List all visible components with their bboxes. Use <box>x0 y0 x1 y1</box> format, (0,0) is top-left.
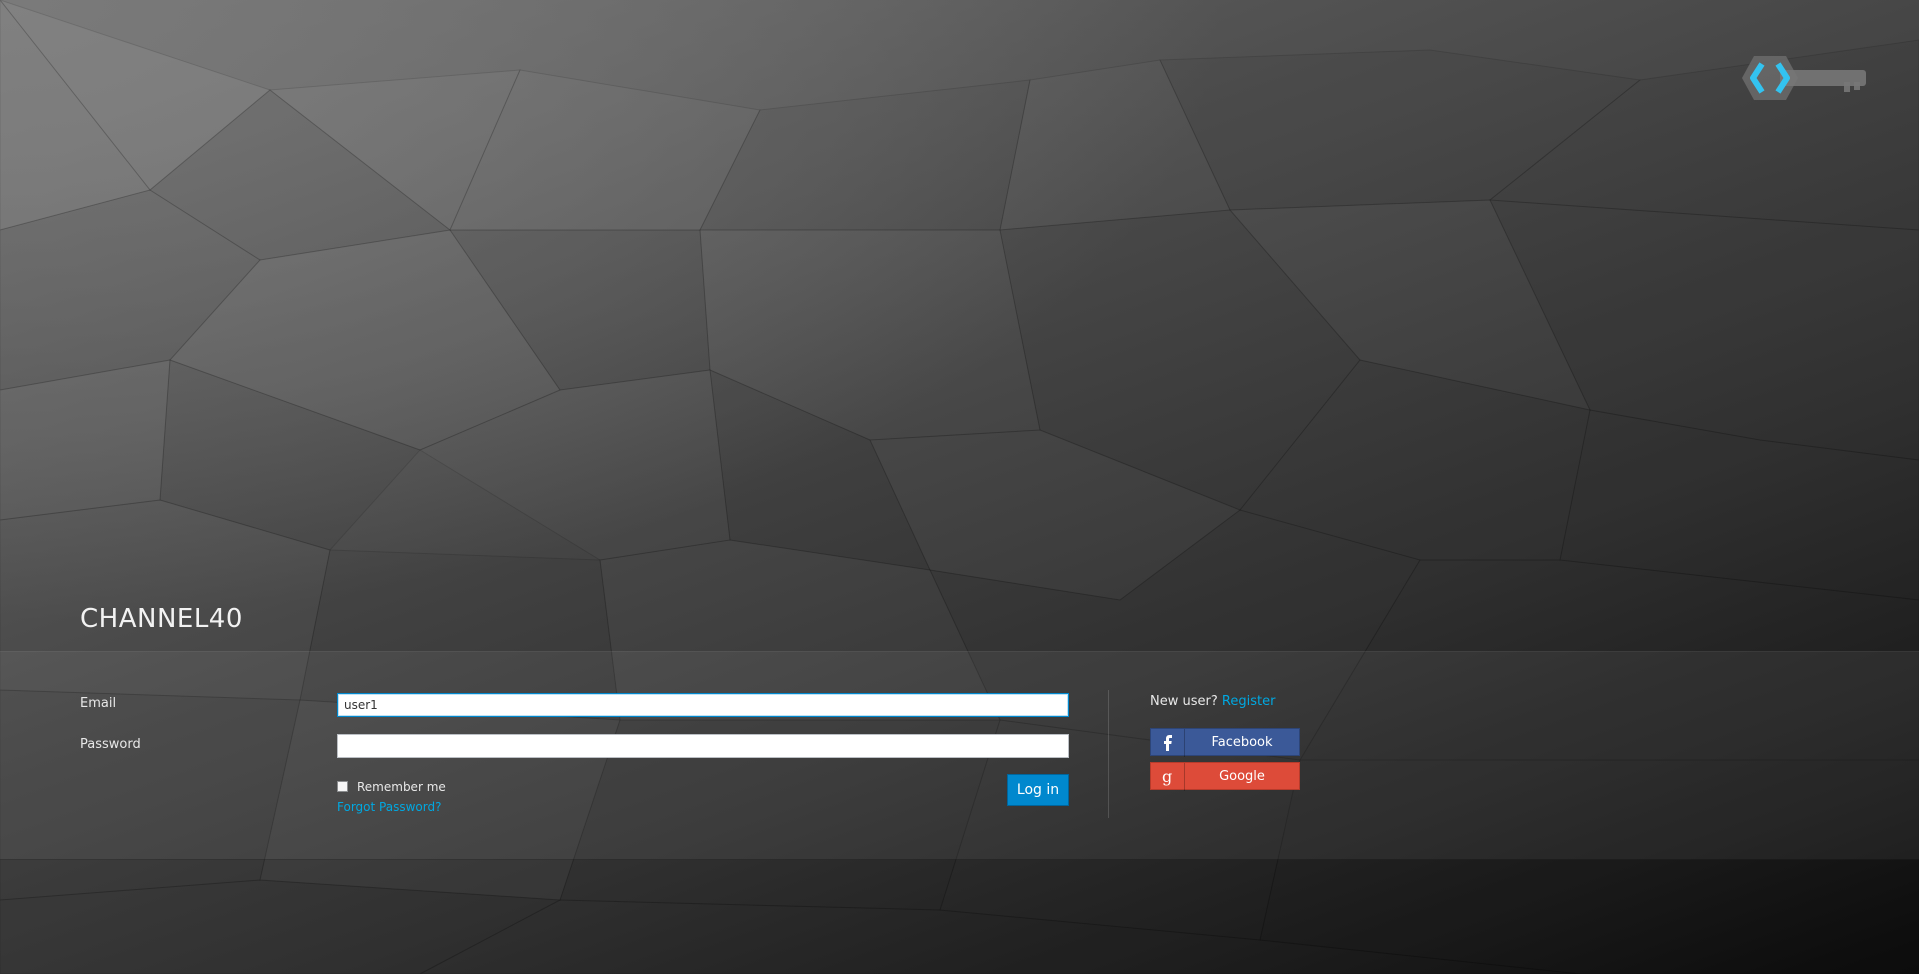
remember-me-label: Remember me <box>357 780 446 794</box>
register-link[interactable]: Register <box>1222 694 1276 709</box>
email-field[interactable] <box>337 693 1069 717</box>
section-divider <box>1108 690 1109 818</box>
email-label: Email <box>80 696 117 711</box>
password-label: Password <box>80 737 141 752</box>
facebook-login-button[interactable]: Facebook <box>1150 728 1300 757</box>
facebook-icon <box>1151 729 1185 757</box>
forgot-password-link[interactable]: Forgot Password? <box>337 800 441 814</box>
new-user-prompt: New user? Register <box>1150 694 1275 709</box>
realm-title: CHANNEL40 <box>80 604 243 634</box>
password-field[interactable] <box>337 734 1069 758</box>
login-button[interactable]: Log in <box>1007 774 1069 806</box>
keycloak-logo-icon <box>1742 56 1866 100</box>
facebook-label: Facebook <box>1211 735 1273 750</box>
remember-me-checkbox[interactable] <box>337 781 348 792</box>
google-icon: g <box>1151 763 1185 791</box>
google-label: Google <box>1219 769 1265 784</box>
new-user-text: New user? <box>1150 694 1218 709</box>
svg-text:g: g <box>1162 768 1172 786</box>
google-login-button[interactable]: g Google <box>1150 762 1300 791</box>
